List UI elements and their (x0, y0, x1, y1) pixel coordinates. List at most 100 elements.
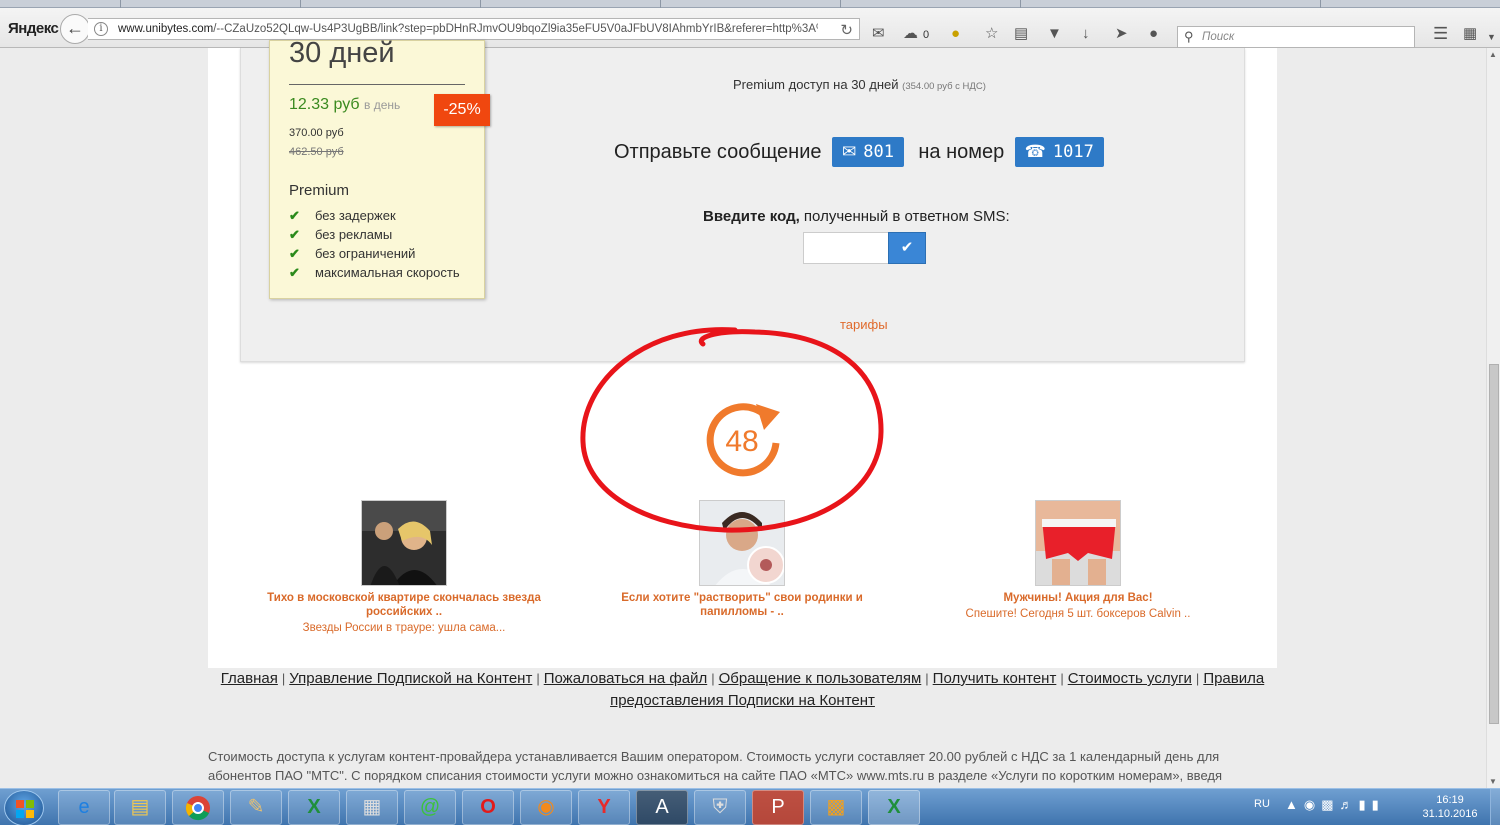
weather-count: 0 (923, 29, 930, 41)
pocket-icon[interactable]: ▼ (1047, 26, 1062, 41)
site-info-icon[interactable]: i (94, 22, 108, 36)
language-indicator[interactable]: RU (1254, 798, 1270, 810)
tariff-card[interactable]: 30 дней 12.33 руб в день -25% 370.00 руб… (269, 37, 490, 299)
weather-icon[interactable]: ☁ (903, 26, 918, 41)
url-path: /--CZaUzo52QLqw-Us4P3UgBB/link?step=pbDH… (213, 23, 818, 35)
bookmark-star-icon[interactable]: ☆ (985, 26, 998, 41)
windows-taskbar: e ▤ ✎ X ▦ @ O ◉ Y A ⛨ P ▩ X RU ▲◉▩♬▮▮ 16… (0, 788, 1500, 825)
ie-icon[interactable]: e (58, 790, 110, 825)
price-per-day: 12.33 руб в день (289, 96, 400, 114)
tab-separator (480, 0, 481, 8)
menu-icon[interactable]: ☰ (1433, 25, 1448, 42)
system-tray[interactable]: ▲◉▩♬▮▮ (1285, 797, 1385, 813)
clock-date: 31.10.2016 (1422, 808, 1478, 820)
doctor-photo-icon (700, 501, 784, 585)
icq-icon[interactable]: @ (404, 790, 456, 825)
back-button[interactable]: ← (60, 14, 90, 44)
url-text: www.unibytes.com/--CZaUzo52QLqw-Us4P3UgB… (118, 23, 818, 35)
start-button[interactable] (4, 790, 44, 825)
mail-icon[interactable]: ✉ (872, 26, 885, 41)
tray-app-icon[interactable]: ◉ (1304, 797, 1321, 812)
footer-link-cost[interactable]: Стоимость услуги (1068, 670, 1192, 687)
footer-link-complaint[interactable]: Пожаловаться на файл (544, 670, 708, 687)
news-title[interactable]: Если хотите "растворить" свои родинки и … (592, 591, 892, 619)
windows-logo-icon (16, 800, 34, 818)
tariffs-link[interactable]: тарифы (840, 317, 888, 332)
search-box[interactable]: ⚲ Поиск (1177, 26, 1415, 48)
acrobat-icon[interactable]: A (636, 790, 688, 825)
news-thumbnail[interactable] (361, 500, 447, 586)
traffic-icon[interactable]: ● (951, 26, 960, 41)
addon-icon[interactable]: ▦ (1463, 26, 1477, 41)
chat-icon[interactable]: ● (1149, 26, 1158, 41)
short-number-badge: ☎ 1017 (1014, 137, 1104, 167)
media-icon[interactable]: ▩ (810, 790, 862, 825)
news-thumbnail[interactable] (1035, 500, 1121, 586)
price-value: 12.33 руб (289, 96, 360, 113)
feature-item: ✔ без рекламы (289, 227, 460, 246)
message-code-badge: ✉ 801 (831, 137, 904, 167)
chrome-icon[interactable] (172, 790, 224, 825)
download-icon[interactable]: ↓ (1082, 26, 1090, 41)
navigation-toolbar: Яндекс ← i www.unibytes.com/--CZaUzo52QL… (0, 8, 1500, 48)
footer-link-subscription[interactable]: Управление Подпиской на Контент (289, 670, 532, 687)
send-label: Отправьте сообщение (614, 141, 822, 163)
battery-icon[interactable]: ▮ (1359, 797, 1372, 812)
excel-icon[interactable]: X (288, 790, 340, 825)
world-of-tanks-icon[interactable]: ⛨ (694, 790, 746, 825)
yandex-logo[interactable]: Яндекс (8, 20, 59, 37)
library-icon[interactable]: ▤ (1014, 26, 1028, 41)
celebrity-photo-icon (362, 501, 446, 585)
scroll-up-icon[interactable]: ▲ (1489, 50, 1497, 59)
network-icon[interactable]: ▩ (1321, 797, 1339, 812)
news-subtitle[interactable]: Звезды России в трауре: ушла сама... (254, 622, 554, 634)
short-number: 1017 (1052, 142, 1094, 162)
tab-separator (120, 0, 121, 8)
search-icon: ⚲ (1184, 29, 1194, 44)
scrollbar-thumb[interactable] (1489, 364, 1499, 724)
footer-link-get-content[interactable]: Получить контент (933, 670, 1057, 687)
volume-icon[interactable]: ♬ (1340, 797, 1359, 812)
submit-code-button[interactable]: ✔ (888, 232, 926, 264)
opera-icon[interactable]: O (462, 790, 514, 825)
news-thumbnail[interactable] (699, 500, 785, 586)
news-title[interactable]: Мужчины! Акция для Вас! (928, 591, 1228, 605)
vat-note: (354.00 руб с НДС) (902, 81, 986, 92)
send-icon[interactable]: ➤ (1115, 26, 1128, 41)
vertical-scrollbar[interactable]: ▲ ▼ (1486, 48, 1500, 788)
tab-separator (1320, 0, 1321, 8)
signal-icon[interactable]: ▮ (1372, 797, 1385, 812)
scroll-down-icon[interactable]: ▼ (1489, 777, 1497, 786)
tray-expand-icon[interactable]: ▲ (1285, 797, 1304, 812)
news-item[interactable]: Если хотите "растворить" свои родинки и … (592, 500, 892, 622)
code-prompt: Введите код, полученный в ответном SMS: (703, 208, 1010, 225)
url-host: www.unibytes.com (118, 23, 214, 35)
show-desktop-button[interactable] (1490, 789, 1500, 825)
address-bar[interactable]: i www.unibytes.com/--CZaUzo52QLqw-Us4P3U… (88, 18, 860, 40)
to-number-label: на номер (918, 141, 1005, 163)
explorer-icon[interactable]: ▤ (114, 790, 166, 825)
paint-icon[interactable]: ✎ (230, 790, 282, 825)
sms-code-input[interactable] (803, 232, 889, 264)
news-item[interactable]: Тихо в московской квартире скончалась зв… (254, 500, 554, 634)
excel-icon[interactable]: X (868, 790, 920, 825)
sms-instruction: Отправьте сообщение ✉ 801 на номер ☎ 1017 (614, 137, 1104, 167)
news-title[interactable]: Тихо в московской квартире скончалась зв… (254, 591, 554, 619)
footer-link-home[interactable]: Главная (221, 670, 278, 687)
reload-icon[interactable]: ↻ (840, 21, 853, 39)
tab-strip[interactable] (0, 0, 1500, 8)
timer-seconds: 48 (725, 425, 758, 458)
link-separator: | (281, 671, 286, 686)
news-item[interactable]: Мужчины! Акция для Вас! Спешите! Сегодня… (928, 500, 1228, 620)
yandex-browser-icon[interactable]: Y (578, 790, 630, 825)
calculator-icon[interactable]: ▦ (346, 790, 398, 825)
clock[interactable]: 16:19 31.10.2016 (1420, 793, 1480, 821)
footer-links: Главная | Управление Подпиской на Контент |… (215, 668, 1270, 712)
premium-access-label: Premium доступ на 30 дней (733, 77, 899, 92)
feature-item: ✔ без задержек (289, 208, 460, 227)
chevron-down-icon[interactable]: ▼ (1487, 30, 1496, 45)
footer-link-users[interactable]: Обращение к пользователям (719, 670, 922, 687)
powerpoint-icon[interactable]: P (752, 790, 804, 825)
firefox-icon[interactable]: ◉ (520, 790, 572, 825)
news-subtitle[interactable]: Спешите! Сегодня 5 шт. боксеров Calvin .… (928, 608, 1228, 620)
